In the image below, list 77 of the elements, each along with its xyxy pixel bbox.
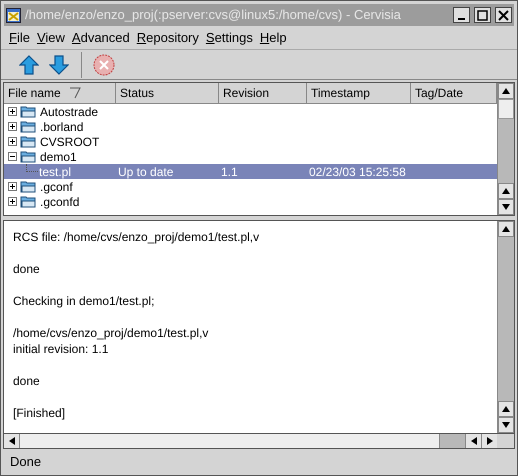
folder-icon <box>20 105 36 118</box>
up-triangle-icon <box>502 188 510 194</box>
folder-icon <box>20 135 36 148</box>
window-title: /home/enzo/enzo_proj(:pserver:cvs@linux5:/home/cvs) - Cervisia <box>25 6 402 24</box>
revision-text: 1.1 <box>221 164 238 178</box>
left-triangle-icon <box>8 437 14 445</box>
tree-row[interactable]: demo1 <box>4 149 497 164</box>
up-button[interactable] <box>17 52 41 76</box>
close-button[interactable] <box>495 7 512 23</box>
app-icon <box>6 8 21 22</box>
minimize-icon <box>458 18 465 20</box>
expand-icon[interactable] <box>8 197 17 206</box>
folder-icon <box>20 195 36 208</box>
down-button[interactable] <box>47 52 71 76</box>
menu-item[interactable]: Advanced <box>72 28 130 48</box>
log-line: [Finished] <box>13 405 66 421</box>
scrollbar[interactable] <box>497 83 514 215</box>
sort-icon <box>68 87 81 99</box>
horizontal-scrollbar[interactable] <box>4 433 514 448</box>
tree-line <box>26 164 38 172</box>
column-header[interactable]: Status <box>116 83 219 104</box>
menu-item[interactable]: Settings <box>206 28 253 48</box>
expand-icon[interactable] <box>8 137 17 146</box>
stop-button[interactable] <box>92 52 116 76</box>
expand-icon[interactable] <box>8 107 17 116</box>
close-icon <box>498 10 509 20</box>
log-line: RCS file: /home/cvs/enzo_proj/demo1/test.pl,v <box>13 229 260 245</box>
column-header[interactable]: Timestamp <box>307 83 411 104</box>
tree-row[interactable]: CVSROOT <box>4 134 497 149</box>
log-line: initial revision: 1.1 <box>13 341 110 357</box>
folder-icon <box>20 120 36 133</box>
scrollbar-thumb[interactable] <box>498 99 514 119</box>
expand-icon[interactable] <box>8 182 17 191</box>
file-name: .gconf <box>40 180 73 194</box>
left-triangle-icon <box>470 437 476 445</box>
log-line: done <box>13 261 41 277</box>
tree-row[interactable]: Autostrade <box>4 104 497 119</box>
status-text: Up to date <box>118 164 174 178</box>
menu-item[interactable]: File <box>9 28 30 48</box>
up-arrow-icon <box>19 54 39 74</box>
menu-item[interactable]: View <box>36 28 65 48</box>
log-line: done <box>13 373 41 389</box>
down-triangle-icon <box>502 422 510 428</box>
timestamp-text: 02/23/03 15:25:58 <box>309 164 406 178</box>
scrollbar-corner <box>497 434 514 448</box>
tree-row[interactable]: .gconfd <box>4 194 497 209</box>
tree-row[interactable]: test.pl Up to date 1.1 02/23/03 15:25:58 <box>4 164 497 179</box>
maximize-icon <box>477 10 488 20</box>
file-name: .borland <box>40 120 84 134</box>
log-line: Checking in demo1/test.pl; <box>13 293 156 309</box>
file-name: Autostrade <box>40 104 98 118</box>
minimize-button[interactable] <box>453 7 470 23</box>
down-arrow-icon <box>49 54 69 74</box>
file-name: test.pl <box>39 164 72 178</box>
column-header[interactable]: Revision <box>219 83 307 104</box>
down-triangle-icon <box>502 204 510 210</box>
log-line: /home/cvs/enzo_proj/demo1/test.pl,v <box>13 325 210 341</box>
tree-row[interactable]: .gconf <box>4 179 497 194</box>
column-header[interactable]: File name <box>4 83 116 104</box>
up-triangle-icon <box>502 88 510 94</box>
status-text: Done <box>10 453 42 472</box>
folder-icon <box>20 180 36 193</box>
maximize-button[interactable] <box>474 7 491 23</box>
expand-icon[interactable] <box>8 122 17 131</box>
file-name: demo1 <box>40 150 77 164</box>
file-name: .gconfd <box>40 194 80 208</box>
file-name: CVSROOT <box>40 134 100 148</box>
menu-item[interactable]: Repository <box>136 28 199 48</box>
menu-item[interactable]: Help <box>260 28 287 48</box>
scrollbar[interactable] <box>497 221 514 433</box>
collapse-icon[interactable] <box>8 152 17 161</box>
up-triangle-icon <box>502 226 510 232</box>
right-triangle-icon <box>486 437 492 445</box>
scrollbar-thumb[interactable] <box>498 237 514 401</box>
up-triangle-icon <box>502 406 510 412</box>
folder-icon <box>20 150 36 163</box>
tree-row[interactable]: .borland <box>4 119 497 134</box>
